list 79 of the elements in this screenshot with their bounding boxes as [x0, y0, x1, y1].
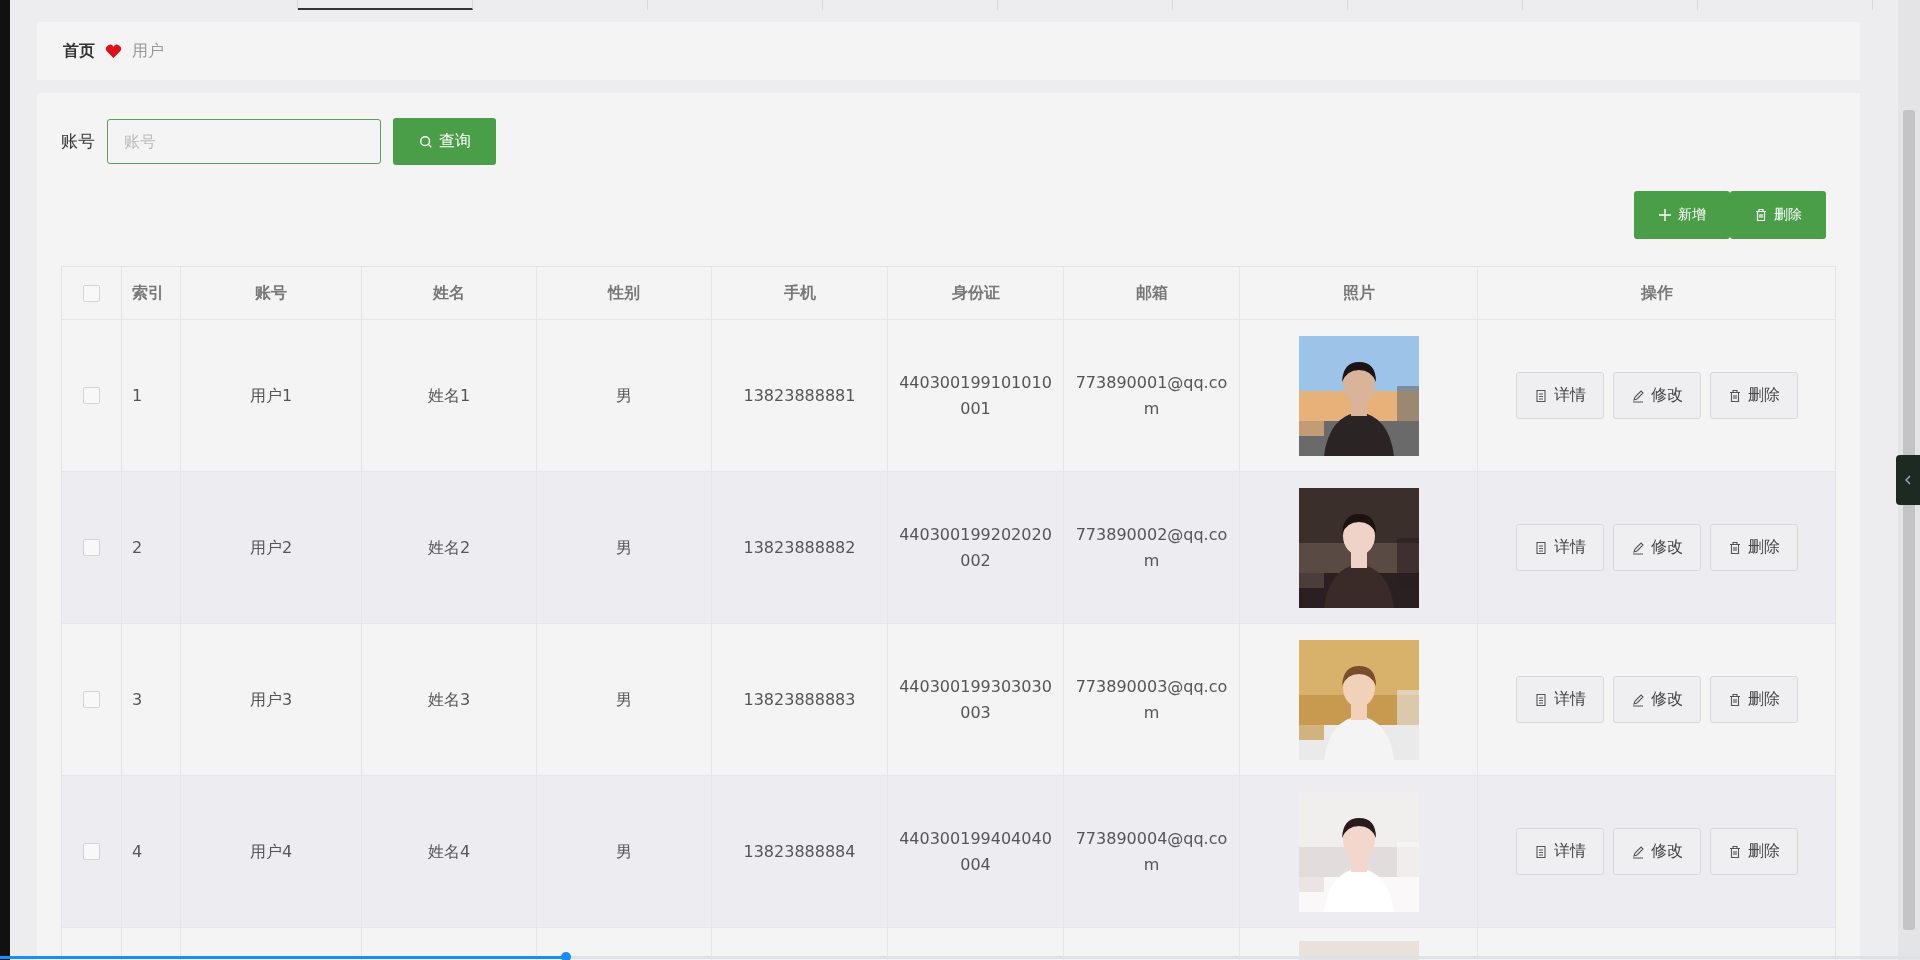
- table-cell-text: 440300199101010001: [898, 371, 1053, 420]
- heart-icon: [105, 43, 122, 59]
- trash-icon: [1727, 388, 1742, 403]
- document-icon: [1533, 388, 1548, 403]
- column-header: 账号: [255, 282, 287, 304]
- pen-icon: [1630, 844, 1645, 859]
- table-cell-text: 440300199404040004: [898, 827, 1053, 876]
- breadcrumb-home[interactable]: 首页: [63, 40, 95, 62]
- table-cell-text: 男: [616, 536, 632, 559]
- table-cell-text: 13823888883: [743, 688, 856, 711]
- column-header: 手机: [783, 282, 816, 304]
- trash-icon: [1727, 692, 1742, 707]
- row-checkbox[interactable]: [83, 691, 100, 708]
- row-checkbox[interactable]: [83, 843, 100, 860]
- column-header: 照片: [1342, 282, 1375, 304]
- table-cell-text: 440300199202020002: [898, 523, 1053, 572]
- pen-icon: [1630, 388, 1645, 403]
- table-cell-text: 姓名4: [427, 840, 471, 863]
- breadcrumb-current: 用户: [132, 40, 164, 62]
- table-cell-text: 用户1: [249, 384, 293, 407]
- table-cell-text: 姓名2: [427, 536, 471, 559]
- table-cell-text: 773890002@qq.com: [1074, 523, 1229, 572]
- edit-button[interactable]: 修改: [1612, 372, 1701, 419]
- column-header: 索引: [132, 282, 164, 304]
- table-cell-text: 773890004@qq.com: [1074, 827, 1229, 876]
- table-cell-text: 姓名1: [427, 384, 471, 407]
- edit-button[interactable]: 修改: [1612, 524, 1701, 571]
- trash-icon: [1727, 844, 1742, 859]
- column-header: 性别: [608, 282, 640, 304]
- delete-button[interactable]: 删除: [1709, 372, 1798, 419]
- detail-button[interactable]: 详情: [1515, 372, 1604, 419]
- edit-button[interactable]: 修改: [1612, 676, 1701, 723]
- document-icon: [1533, 540, 1548, 555]
- plus-icon: [1658, 208, 1672, 222]
- table-cell-text: 773890003@qq.com: [1074, 675, 1229, 724]
- table-cell-text: 用户2: [249, 536, 293, 559]
- table-cell-text: 13823888882: [743, 536, 856, 559]
- row-checkbox[interactable]: [83, 387, 100, 404]
- table-cell-text: 用户3: [249, 688, 293, 711]
- table-cell-text: 13823888884: [743, 840, 856, 863]
- trash-icon: [1754, 208, 1768, 222]
- table-cell-text: 姓名3: [427, 688, 471, 711]
- pen-icon: [1630, 540, 1645, 555]
- scrollbar[interactable]: [1898, 0, 1920, 960]
- edit-button[interactable]: 修改: [1612, 828, 1701, 875]
- column-header: 操作: [1640, 282, 1673, 304]
- chevron-left-icon: [1904, 474, 1912, 486]
- detail-button[interactable]: 详情: [1515, 828, 1604, 875]
- table-cell-text: 3: [132, 688, 143, 711]
- detail-button[interactable]: 详情: [1515, 676, 1604, 723]
- table-cell-text: 男: [616, 840, 632, 863]
- search-label: 账号: [61, 130, 95, 153]
- trash-icon: [1727, 540, 1742, 555]
- delete-button[interactable]: 删除: [1709, 524, 1798, 571]
- table-cell-text: 用户4: [249, 840, 293, 863]
- table-cell-text: 1: [132, 384, 143, 407]
- document-icon: [1533, 844, 1548, 859]
- account-field[interactable]: 账号: [107, 119, 381, 164]
- table-cell-text: 773890001@qq.com: [1074, 371, 1229, 420]
- table-cell-text: 男: [616, 384, 632, 407]
- collapse-tab[interactable]: [1896, 455, 1920, 505]
- column-header: 身份证: [951, 282, 1000, 304]
- detail-button[interactable]: 详情: [1515, 524, 1604, 571]
- tab[interactable]: [298, 0, 473, 10]
- delete-button[interactable]: 删除: [1709, 676, 1798, 723]
- row-checkbox[interactable]: [83, 539, 100, 556]
- table-cell-text: 13823888881: [743, 384, 856, 407]
- table-cell-text: 4: [132, 840, 143, 863]
- column-header: 邮箱: [1135, 282, 1168, 304]
- delete-button[interactable]: 删除: [1709, 828, 1798, 875]
- column-header: 姓名: [433, 282, 465, 304]
- table-cell-text: 440300199303030003: [898, 675, 1053, 724]
- document-icon: [1533, 692, 1548, 707]
- progress-handle[interactable]: [561, 952, 572, 960]
- pen-icon: [1630, 692, 1645, 707]
- search-icon: [418, 134, 433, 149]
- table-cell-text: 2: [132, 536, 143, 559]
- select-all-checkbox[interactable]: [83, 284, 100, 302]
- table-cell-text: 男: [616, 688, 632, 711]
